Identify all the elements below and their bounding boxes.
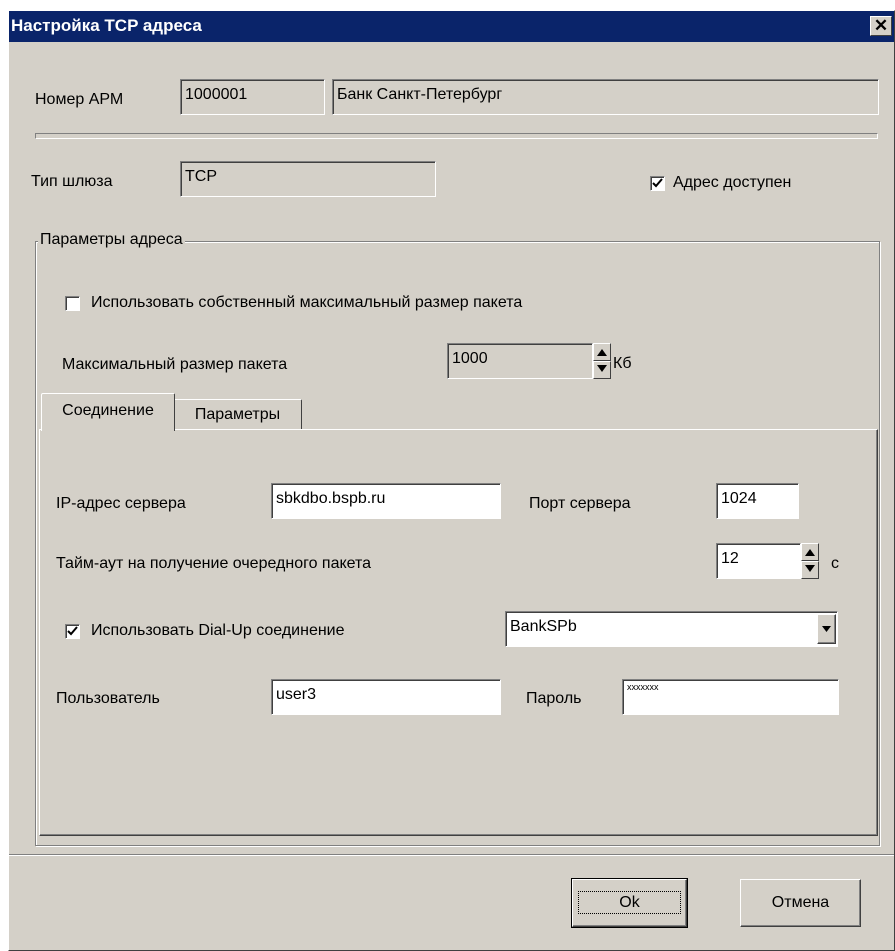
cancel-button[interactable]: Отмена — [740, 879, 861, 927]
timeout-up-button[interactable] — [801, 543, 819, 561]
user-input[interactable]: user3 — [271, 679, 501, 715]
separator — [35, 133, 878, 139]
arrow-up-icon — [805, 549, 815, 556]
close-icon: ✕ — [873, 16, 889, 35]
arm-number-label: Номер АРМ — [35, 91, 124, 108]
tab-parameters-label: Параметры — [194, 406, 281, 423]
address-available-label: Адрес доступен — [673, 174, 792, 191]
own-packet-size-label: Использовать собственный максимальный ра… — [91, 294, 523, 311]
spin-up-button[interactable] — [593, 343, 611, 361]
timeout-unit: с — [831, 555, 839, 572]
timeout-spinner[interactable] — [801, 543, 819, 579]
dropdown-button[interactable] — [817, 614, 836, 644]
timeout-input[interactable]: 12 — [716, 543, 801, 579]
server-port-input[interactable]: 1024 — [716, 483, 799, 519]
dialup-connection-select[interactable]: BankSPb — [505, 611, 838, 647]
dialup-checkbox[interactable] — [65, 624, 80, 639]
arrow-up-icon — [597, 349, 607, 356]
cancel-button-label: Отмена — [771, 894, 830, 911]
close-button[interactable]: ✕ — [870, 16, 892, 36]
password-input[interactable]: xxxxxxx — [622, 679, 839, 715]
server-ip-input[interactable]: sbkdbo.bspb.ru — [271, 483, 501, 519]
dialog-window: Настройка TCP адреса ✕ Номер АРМ 1000001… — [8, 10, 895, 951]
tab-connection-label: Соединение — [62, 402, 154, 419]
footer-separator — [9, 854, 894, 856]
max-packet-size-spinner[interactable] — [593, 343, 611, 379]
timeout-label: Тайм-аут на получение очередного пакета — [56, 555, 372, 572]
spin-down-button[interactable] — [593, 361, 611, 379]
checkmark-icon — [652, 178, 663, 188]
address-available-checkbox[interactable] — [650, 176, 665, 191]
dialup-label: Использовать Dial-Up соединение — [91, 622, 345, 639]
arrow-down-icon — [597, 365, 607, 372]
arm-number-field: 1000001 — [180, 79, 325, 115]
max-packet-size-label: Максимальный размер пакета — [62, 356, 288, 373]
ok-button-label: Ok — [578, 891, 681, 914]
tab-parameters[interactable]: Параметры — [173, 399, 302, 429]
own-packet-size-checkbox[interactable] — [65, 296, 80, 311]
gateway-type-label: Тип шлюза — [31, 173, 113, 190]
title-bar[interactable]: Настройка TCP адреса ✕ — [9, 11, 894, 42]
user-label: Пользователь — [56, 690, 160, 707]
server-port-label: Порт сервера — [529, 495, 631, 512]
timeout-down-button[interactable] — [801, 561, 819, 579]
address-params-title: Параметры адреса — [38, 231, 185, 249]
chevron-down-icon — [822, 626, 831, 632]
checkmark-icon — [67, 626, 78, 636]
arrow-down-icon — [805, 565, 815, 572]
dialup-selected-value: BankSPb — [510, 618, 577, 635]
server-ip-label: IP-адрес сервера — [56, 495, 186, 512]
ok-button[interactable]: Ok — [571, 878, 688, 928]
window-title: Настройка TCP адреса — [11, 16, 202, 35]
max-packet-unit: Кб — [613, 355, 632, 372]
tab-connection[interactable]: Соединение — [41, 393, 175, 431]
bank-name-field: Банк Санкт-Петербург — [332, 79, 879, 115]
password-label: Пароль — [526, 690, 582, 707]
gateway-type-field: TCP — [180, 161, 436, 197]
max-packet-size-field: 1000 — [447, 343, 593, 379]
